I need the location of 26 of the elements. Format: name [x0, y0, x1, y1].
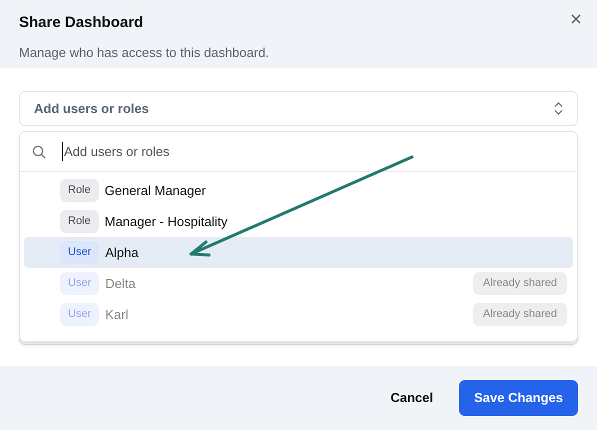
shared-tag: Already shared — [473, 303, 567, 326]
dialog-title: Share Dashboard — [19, 13, 144, 33]
save-button[interactable]: Save Changes — [459, 380, 578, 416]
select-placeholder: Add users or roles — [34, 100, 149, 118]
type-tag: User — [60, 303, 100, 326]
type-tag: User — [60, 241, 100, 264]
cancel-button[interactable]: Cancel — [384, 380, 440, 416]
option-item[interactable]: User Alpha — [24, 237, 573, 268]
shared-tag: Already shared — [473, 272, 567, 295]
search-field[interactable]: Add users or roles — [62, 142, 565, 162]
select-field[interactable]: Add users or roles — [19, 91, 578, 126]
search-icon — [32, 144, 46, 158]
dialog-subtitle: Manage who has access to this dashboard. — [19, 44, 270, 62]
type-tag: User — [60, 272, 100, 295]
type-tag: Role — [60, 210, 99, 233]
option-item[interactable]: Role Manager - Hospitality — [24, 206, 573, 237]
option-label: General Manager — [104, 182, 207, 200]
option-item[interactable]: Role General Manager — [24, 175, 573, 206]
close-icon — [571, 14, 581, 24]
chevrons-icon — [554, 102, 563, 115]
option-label: Alpha — [105, 244, 140, 262]
type-tag: Role — [60, 179, 99, 202]
option-label: Karl — [105, 306, 130, 324]
close-button[interactable] — [569, 12, 583, 26]
option-label: Manager - Hospitality — [104, 212, 228, 231]
option-label: Delta — [105, 274, 137, 293]
